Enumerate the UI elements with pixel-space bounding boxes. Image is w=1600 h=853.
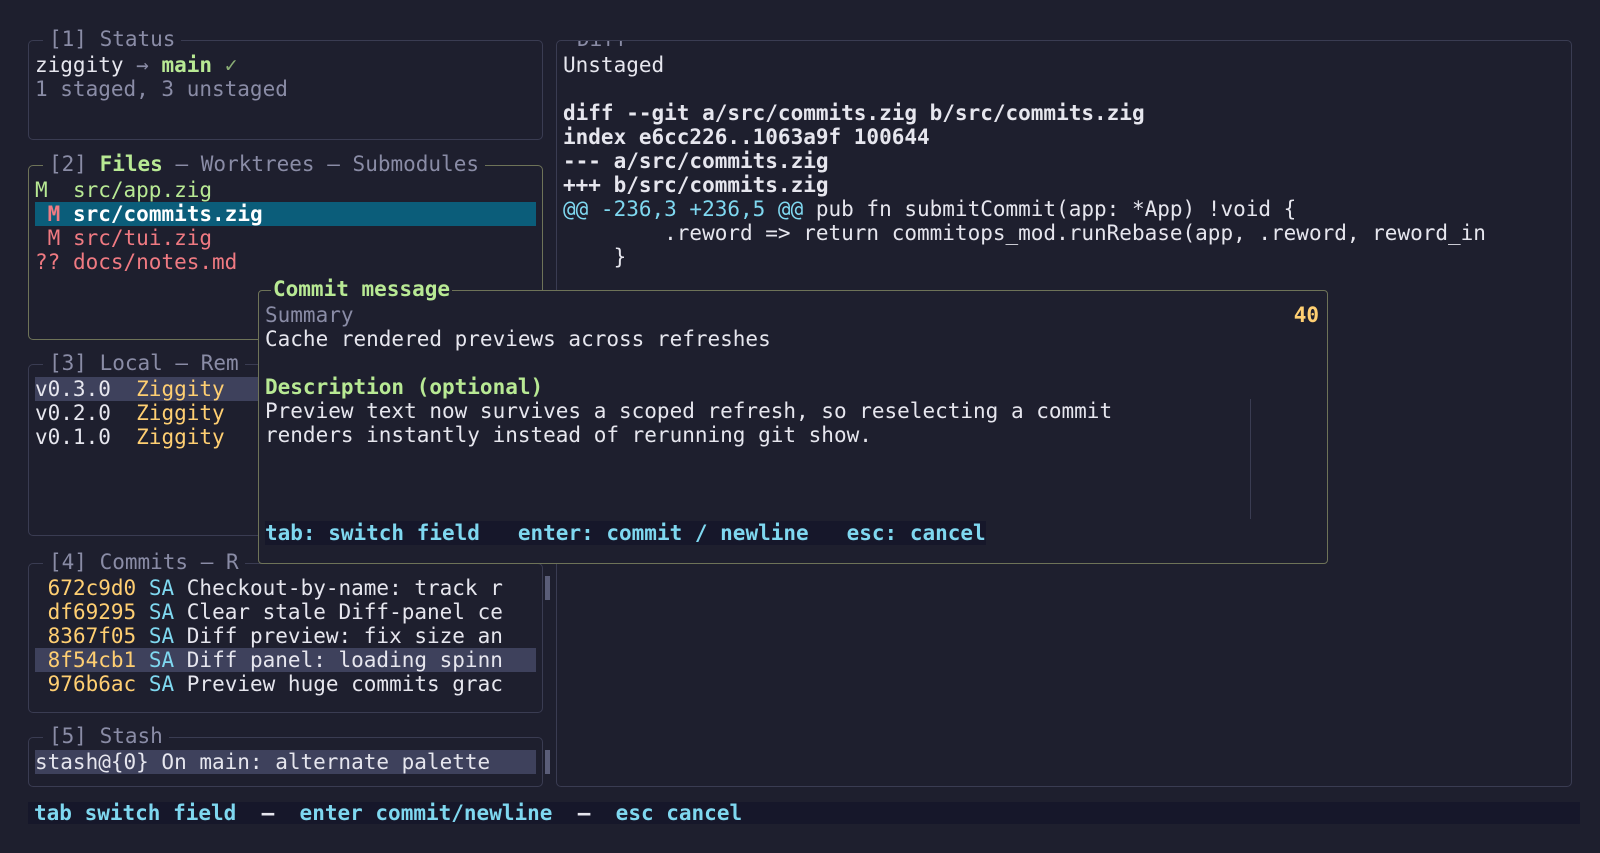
file-status: M <box>35 178 48 202</box>
commit-message: Checkout-by-name: track r <box>186 576 503 600</box>
status-branch-line: ziggity → main ✓ <box>35 53 237 77</box>
commit-hash: 8f54cb1 <box>47 648 137 672</box>
tag-name: Ziggity <box>136 401 225 425</box>
stash-panel[interactable]: [5] Stash stash@{0} On main: alternate p… <box>28 724 550 787</box>
tab-separator: – <box>175 152 189 176</box>
stash-row-selected[interactable]: stash@{0} On main: alternate palette <box>35 750 536 774</box>
commit-hash: 8367f05 <box>47 624 137 648</box>
files-panel-tabs: [2] Files – Worktrees – Submodules <box>43 152 485 176</box>
description-label: Description (optional) <box>265 375 544 399</box>
commit-message: Preview huge commits grac <box>186 672 503 696</box>
hint-enter: enter: commit / newline <box>517 521 809 545</box>
file-status: M <box>47 226 61 250</box>
hunk-range: @@ -236,3 +236,5 @@ <box>563 197 804 221</box>
file-path: src/tui.zig <box>72 226 213 250</box>
check-icon: ✓ <box>224 53 238 77</box>
branch-row[interactable]: v0.1.0 Ziggity <box>35 425 225 449</box>
commit-row[interactable]: 672c9d0 SA Checkout-by-name: track r <box>35 576 503 600</box>
file-row[interactable]: ?? docs/notes.md <box>35 250 237 274</box>
commit-hash: df69295 <box>47 600 137 624</box>
footer-hint-tab: tab switch field <box>34 801 237 825</box>
description-line: Preview text now survives a scoped refre… <box>265 399 1113 423</box>
branches-panel-title: [3] Local – Rem <box>43 351 245 375</box>
diff-header-line: diff --git a/src/commits.zig b/src/commi… <box>563 101 1145 125</box>
status-panel-title: [1] Status <box>43 27 182 51</box>
commit-row[interactable]: 976b6ac SA Preview huge commits grac <box>35 672 503 696</box>
file-status: M <box>47 202 61 226</box>
status-summary: 1 staged, 3 unstaged <box>35 77 288 101</box>
file-path: docs/notes.md <box>72 250 238 274</box>
diff-old-file-line: --- a/src/commits.zig <box>563 149 829 173</box>
arrow-icon: → <box>136 53 149 77</box>
commit-author: SA <box>148 576 175 600</box>
tab-files[interactable]: Files <box>100 152 163 176</box>
stash-panel-title: [5] Stash <box>43 724 169 748</box>
commits-panel-title: [4] Commits – R <box>43 550 245 574</box>
repo-name: ziggity <box>35 53 124 77</box>
commit-message: Diff preview: fix size an <box>186 624 503 648</box>
hunk-context: pub fn submitCommit(app: *App) !void { <box>803 197 1297 221</box>
file-row[interactable]: M src/tui.zig <box>35 226 212 250</box>
diff-index-line: index e6cc226..1063a9f 100644 <box>563 125 930 149</box>
dialog-hints: tab: switch field enter: commit / newlin… <box>265 521 986 545</box>
files-panel-number: [2] <box>49 152 87 176</box>
description-line: renders instantly instead of rerunning g… <box>265 423 872 447</box>
footer-hint-enter: enter commit/newline <box>299 801 553 825</box>
diff-new-file-line: +++ b/src/commits.zig <box>563 173 829 197</box>
footer-separator: – <box>261 801 275 825</box>
status-panel[interactable]: [1] Status ziggity → main ✓ 1 staged, 3 … <box>28 27 543 140</box>
tag-name: Ziggity <box>136 425 225 449</box>
hint-tab: tab: switch field <box>265 521 480 545</box>
commit-row[interactable]: 8367f05 SA Diff preview: fix size an <box>35 624 503 648</box>
commit-author: SA <box>148 648 175 672</box>
file-path: src/commits.zig <box>72 202 263 226</box>
summary-label: Summary <box>265 303 354 327</box>
commit-hash: 976b6ac <box>47 672 137 696</box>
tag-label: v0.2.0 <box>35 401 111 425</box>
branch-name: main <box>161 53 213 77</box>
commit-author: SA <box>148 600 175 624</box>
file-row-selected[interactable]: M src/commits.zig <box>35 202 536 226</box>
keybinding-hints-bar: tab switch field – enter commit/newline … <box>28 801 1580 825</box>
dialog-title: Commit message <box>271 277 453 301</box>
commits-scrollbar[interactable] <box>545 576 550 600</box>
commit-row-selected[interactable]: 8f54cb1 SA Diff panel: loading spinn <box>35 648 536 672</box>
commits-panel[interactable]: [4] Commits – R 672c9d0 SA Checkout-by-n… <box>28 550 550 713</box>
file-status: ?? <box>35 250 61 274</box>
file-path: src/app.zig <box>72 178 213 202</box>
diff-code-line: .reword => return commitops_mod.runRebas… <box>563 221 1486 245</box>
commit-row[interactable]: df69295 SA Clear stale Diff-panel ce <box>35 600 503 624</box>
stash-scrollbar[interactable] <box>545 750 550 774</box>
tab-worktrees[interactable]: Worktrees <box>201 152 315 176</box>
commit-message-dialog[interactable]: Commit message Summary 40 Cache rendered… <box>258 277 1328 564</box>
commit-author: SA <box>148 624 175 648</box>
tab-submodules[interactable]: Submodules <box>353 152 479 176</box>
footer-hint-esc: esc cancel <box>615 801 743 825</box>
commit-message: Diff panel: loading spinn <box>186 648 503 672</box>
diff-panel-title: Diff <box>571 41 634 51</box>
tab-separator: – <box>327 152 340 176</box>
footer-hints: tab switch field – enter commit/newline … <box>34 801 742 825</box>
tag-label: v0.3.0 <box>35 377 111 401</box>
tag-label: v0.1.0 <box>35 425 111 449</box>
description-textarea[interactable]: Preview text now survives a scoped refre… <box>265 399 1251 519</box>
commit-message: Clear stale Diff-panel ce <box>186 600 503 624</box>
summary-input[interactable]: Cache rendered previews across refreshes <box>265 327 1321 351</box>
commit-hash: 672c9d0 <box>47 576 137 600</box>
commit-author: SA <box>148 672 175 696</box>
file-row[interactable]: M src/app.zig <box>35 178 212 202</box>
footer-separator: – <box>577 801 591 825</box>
summary-char-count: 40 <box>1293 303 1319 327</box>
branch-row[interactable]: v0.2.0 Ziggity <box>35 401 225 425</box>
hint-esc: esc: cancel <box>846 521 986 545</box>
diff-section-label: Unstaged <box>563 53 665 77</box>
diff-code-line: } <box>563 245 627 269</box>
tag-name: Ziggity <box>136 377 225 401</box>
diff-hunk-header: @@ -236,3 +236,5 @@ pub fn submitCommit(… <box>563 197 1296 221</box>
